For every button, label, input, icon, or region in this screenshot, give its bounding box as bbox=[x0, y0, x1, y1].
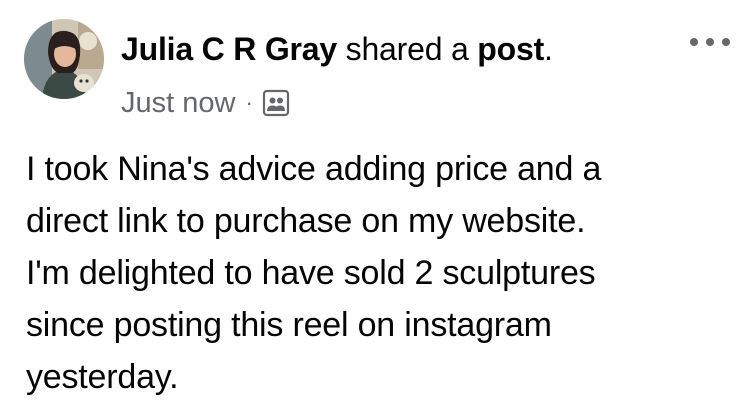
post-meta: Just now · bbox=[121, 85, 291, 121]
header-period: . bbox=[544, 31, 553, 67]
timestamp[interactable]: Just now bbox=[121, 87, 235, 120]
avatar[interactable] bbox=[24, 19, 104, 99]
shared-post-link[interactable]: post bbox=[477, 31, 544, 67]
feed-post: Julia C R Gray shared a post. Just now ·… bbox=[0, 0, 750, 416]
friends-icon[interactable] bbox=[261, 88, 291, 118]
post-body-line: direct link to purchase on my website. bbox=[26, 202, 586, 240]
more-dot bbox=[722, 38, 730, 46]
more-dot bbox=[690, 38, 698, 46]
post-body-line: since posting this reel on instagram bbox=[26, 306, 552, 344]
post-body-line: I'm delighted to have sold 2 sculptures bbox=[26, 254, 596, 292]
action-text: shared a bbox=[345, 31, 469, 67]
post-body-line: I took Nina's advice adding price and a bbox=[26, 150, 602, 188]
more-options-icon[interactable] bbox=[690, 30, 730, 54]
author-name[interactable]: Julia C R Gray bbox=[121, 31, 337, 67]
avatar-image bbox=[24, 19, 104, 99]
post-body: I took Nina's advice adding price and a … bbox=[26, 143, 726, 403]
meta-separator: · bbox=[245, 90, 253, 115]
post-body-line: yesterday. bbox=[26, 358, 179, 396]
post-header: Julia C R Gray shared a post. bbox=[121, 29, 553, 69]
more-dot bbox=[706, 38, 714, 46]
